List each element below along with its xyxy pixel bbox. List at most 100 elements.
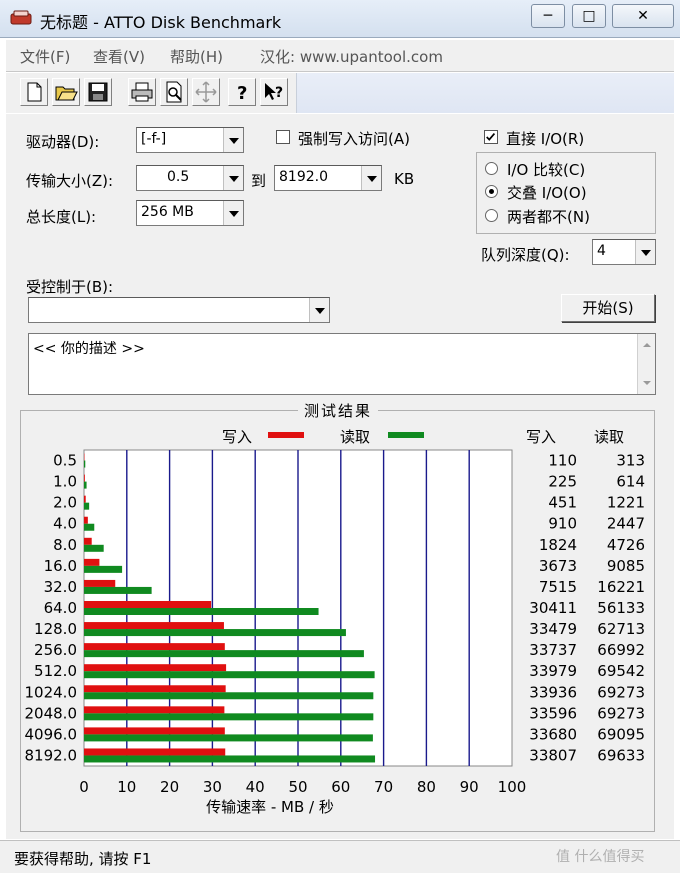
write-bar <box>84 495 86 503</box>
write-bar <box>84 579 116 587</box>
save-button[interactable] <box>84 78 112 106</box>
write-value-label: 451 <box>548 494 577 512</box>
queue-depth-select[interactable]: 4 <box>592 239 656 265</box>
read-bar <box>84 734 373 742</box>
x-tick-label: 70 <box>374 778 393 796</box>
maximize-button[interactable]: □ <box>572 4 606 28</box>
write-value-label: 225 <box>548 473 577 491</box>
read-legend-swatch <box>388 432 424 438</box>
transfer-from-select[interactable]: 0.5 <box>136 165 244 191</box>
write-value-label: 30411 <box>529 599 577 617</box>
read-value-label: 69273 <box>597 704 645 722</box>
read-value-label: 69095 <box>597 725 645 743</box>
x-tick-label: 50 <box>288 778 307 796</box>
category-label: 4.0 <box>53 515 77 533</box>
read-value-label: 614 <box>616 473 645 491</box>
read-value-label: 66992 <box>597 641 645 659</box>
menu-view[interactable]: 查看(V) <box>93 46 145 67</box>
write-value-label: 33479 <box>529 620 577 638</box>
context-help-button[interactable]: ? <box>260 78 288 106</box>
write-value-label: 33807 <box>529 746 577 764</box>
queue-depth-value: 4 <box>597 243 606 259</box>
write-value-label: 3673 <box>539 557 577 575</box>
drive-label: 驱动器(D): <box>26 133 100 151</box>
kb-label: KB <box>394 170 415 188</box>
controlled-by-label: 受控制于(B): <box>26 278 114 296</box>
svg-text:?: ? <box>275 85 283 101</box>
queue-depth-dropdown-arrow-icon[interactable] <box>635 240 655 264</box>
write-bar <box>84 706 225 714</box>
category-label: 4096.0 <box>25 725 78 743</box>
read-bar <box>84 755 376 763</box>
close-button[interactable]: ✕ <box>612 4 674 28</box>
read-bar <box>84 671 375 679</box>
print-preview-button[interactable] <box>160 78 188 106</box>
total-length-value: 256 MB <box>141 204 194 220</box>
drive-select[interactable]: [-f-] <box>136 127 244 153</box>
transfer-from-dropdown-arrow-icon[interactable] <box>223 166 243 190</box>
x-tick-label: 60 <box>331 778 350 796</box>
read-bar <box>84 481 87 489</box>
move-button[interactable] <box>192 78 220 106</box>
help-icon: ? <box>237 83 247 104</box>
transfer-to-select[interactable]: 8192.0 <box>274 165 382 191</box>
x-tick-label: 90 <box>460 778 479 796</box>
read-bar <box>84 586 152 594</box>
read-bar <box>84 692 374 700</box>
minimize-button[interactable]: ─ <box>531 4 565 28</box>
controlled-by-dropdown-arrow-icon[interactable] <box>309 298 329 322</box>
x-tick-label: 0 <box>79 778 89 796</box>
new-button[interactable] <box>20 78 48 106</box>
queue-depth-label: 队列深度(Q): <box>481 246 570 264</box>
total-length-label: 总长度(L): <box>26 208 97 226</box>
transfer-to-value: 8192.0 <box>279 169 328 185</box>
transfer-to-dropdown-arrow-icon[interactable] <box>361 166 381 190</box>
read-value-label: 9085 <box>607 557 645 575</box>
print-button[interactable] <box>128 78 156 106</box>
direct-io-checkbox[interactable] <box>484 130 498 144</box>
menu-file[interactable]: 文件(F) <box>20 46 70 67</box>
total-length-select[interactable]: 256 MB <box>136 200 244 226</box>
start-button[interactable]: 开始(S) <box>561 294 655 322</box>
controlled-by-select[interactable] <box>28 297 330 323</box>
write-bar <box>84 664 227 672</box>
read-value-label: 4726 <box>607 536 645 554</box>
x-tick-label: 40 <box>246 778 265 796</box>
watermark: 值 什么值得买 <box>556 849 645 865</box>
force-write-label: 强制写入访问(A) <box>298 130 410 148</box>
read-value-label: 69273 <box>597 683 645 701</box>
scroll-up-icon[interactable] <box>638 336 656 354</box>
open-button[interactable] <box>52 78 80 106</box>
radio-io-compare[interactable] <box>485 162 498 175</box>
checkmark-icon <box>486 133 496 141</box>
force-write-checkbox[interactable] <box>276 130 290 144</box>
read-bar <box>84 650 364 658</box>
category-label: 8.0 <box>53 536 77 554</box>
move-icon <box>195 81 217 103</box>
transfer-rate-chart: 0 10 20 30 40 50 60 70 80 90 100 0.5 110 313 1.0 225 614… <box>25 449 645 816</box>
write-legend-swatch <box>268 432 304 438</box>
write-value-label: 33936 <box>529 683 577 701</box>
radio-io-compare-label: I/O 比较(C) <box>507 161 586 179</box>
scroll-down-icon[interactable] <box>638 374 656 392</box>
menu-localization[interactable]: 汉化: www.upantool.com <box>260 46 443 67</box>
write-bar <box>84 516 88 524</box>
write-bar <box>84 748 226 756</box>
write-bar <box>84 643 225 651</box>
drive-dropdown-arrow-icon[interactable] <box>223 128 243 152</box>
x-tick-label: 100 <box>498 778 527 796</box>
drive-value: [-f-] <box>141 131 167 147</box>
transfer-from-value: 0.5 <box>167 169 190 185</box>
description-textarea[interactable]: << 你的描述 >> <box>28 333 656 395</box>
radio-neither[interactable] <box>485 209 498 222</box>
read-value-label: 313 <box>616 452 645 470</box>
description-scrollbar[interactable] <box>637 334 655 394</box>
write-bar <box>84 601 212 608</box>
radio-overlapped-io[interactable] <box>485 185 498 198</box>
svg-text:?: ? <box>237 83 247 104</box>
category-label: 32.0 <box>44 578 77 596</box>
total-length-dropdown-arrow-icon[interactable] <box>223 201 243 225</box>
read-value-label: 56133 <box>597 599 645 617</box>
help-button[interactable]: ? <box>228 78 256 106</box>
menu-help[interactable]: 帮助(H) <box>170 46 223 67</box>
